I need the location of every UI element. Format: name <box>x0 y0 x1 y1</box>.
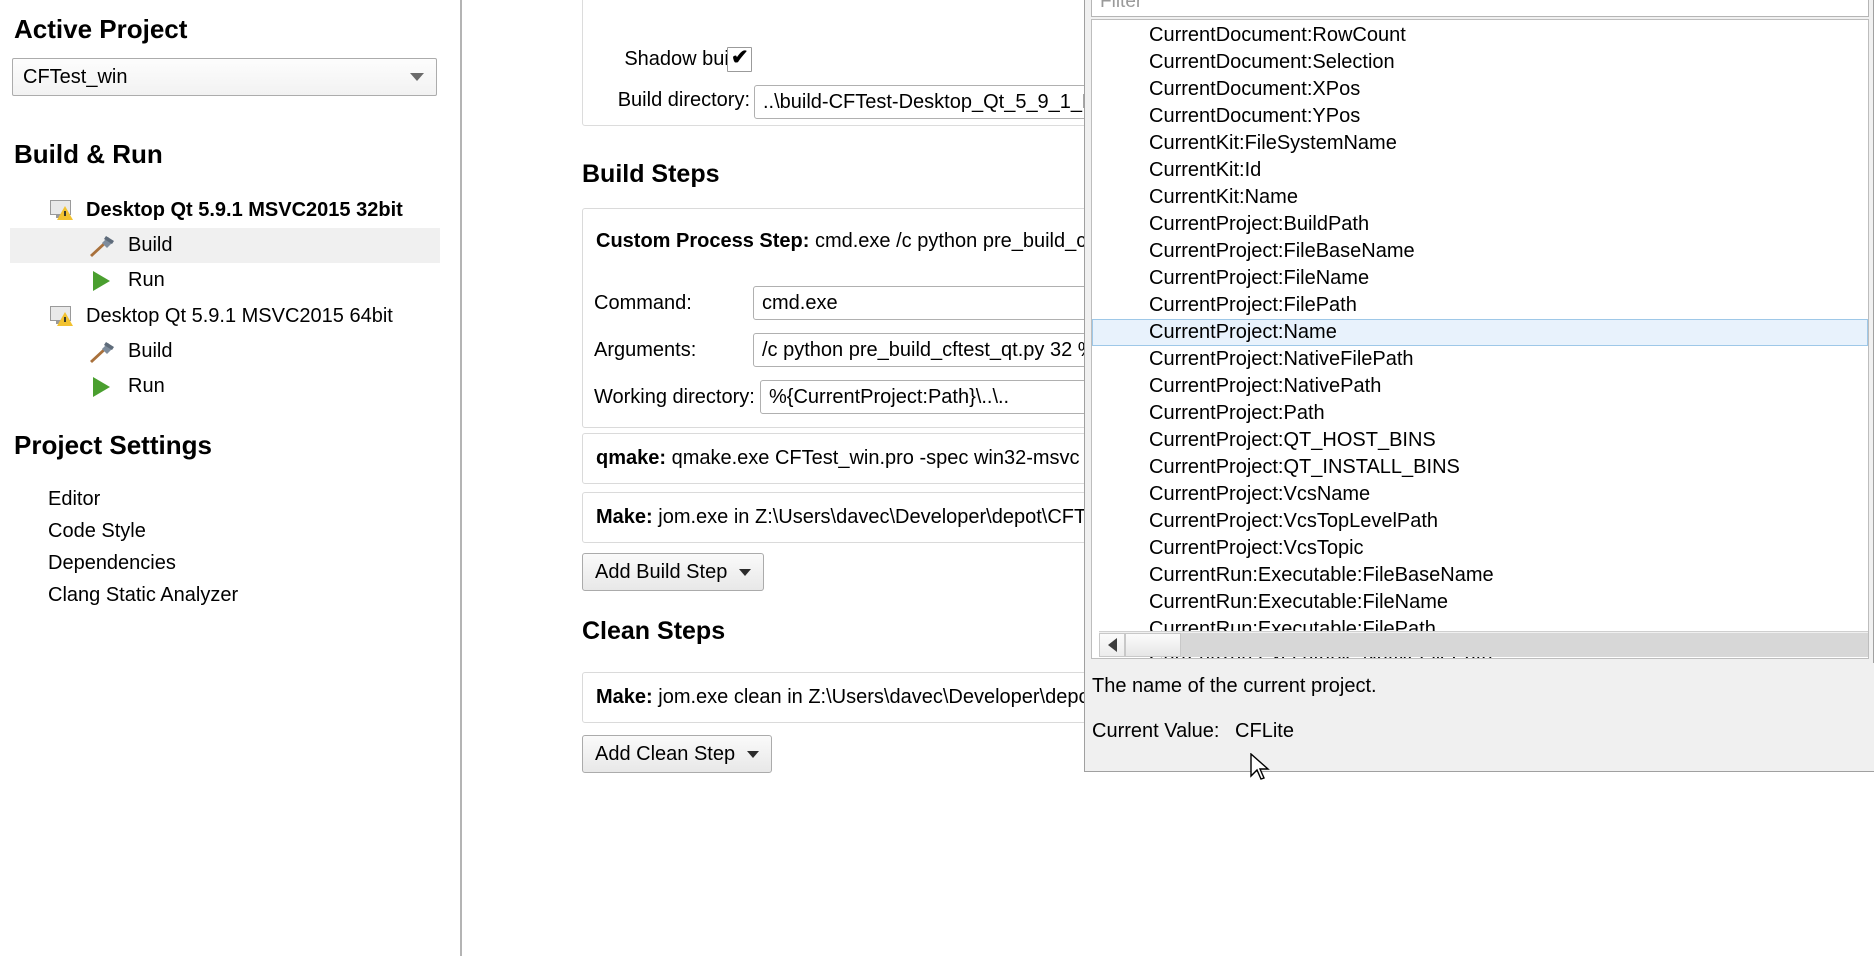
chevron-down-icon <box>747 750 760 758</box>
current-value-text: CFLite <box>1235 720 1294 742</box>
active-project-value: CFTest_win <box>23 65 128 88</box>
list-item[interactable]: CurrentProject:FileBaseName <box>1092 238 1868 265</box>
scrollbar-thumb[interactable] <box>1125 632 1181 657</box>
current-value-row: Current Value: CFLite <box>1092 720 1294 743</box>
checkmark-icon: ✔ <box>731 46 749 69</box>
list-item[interactable]: CurrentProject:FileName <box>1092 265 1868 292</box>
list-item[interactable]: CurrentKit:FileSystemName <box>1092 130 1868 157</box>
add-build-step-button[interactable]: Add Build Step <box>582 553 765 591</box>
variable-description-text: The name of the current project. <box>1092 675 1377 697</box>
command-label: Command: <box>594 292 692 314</box>
working-directory-input[interactable]: %{CurrentProject:Path}\..\.. <box>760 380 1084 414</box>
filter-input[interactable]: Filter <box>1091 0 1869 17</box>
play-icon <box>86 374 116 400</box>
sidebar-item-run-32bit[interactable]: Run <box>10 263 440 298</box>
qmake-step-rest: qmake.exe CFTest_win.pro -spec win32-msv… <box>671 447 1084 469</box>
kit-warning-icon <box>50 305 76 328</box>
variable-list-frame[interactable]: CurrentDocument:RowCount CurrentDocument… <box>1091 19 1869 659</box>
sidebar-item-dependencies[interactable]: Dependencies <box>48 552 176 575</box>
list-item[interactable]: CurrentDocument:RowCount <box>1092 22 1868 49</box>
variable-chooser-popup: Filter CurrentDocument:RowCount CurrentD… <box>1084 0 1874 772</box>
list-item[interactable]: CurrentProject:QT_HOST_BINS <box>1092 427 1868 454</box>
triangle-left-icon <box>1107 637 1117 652</box>
arguments-input[interactable]: /c python pre_build_cftest_qt.py 32 %{ <box>753 333 1084 367</box>
build-steps-title: Build Steps <box>582 160 720 188</box>
list-item[interactable]: CurrentRun:Executable:FileName <box>1092 589 1868 616</box>
qmake-step-summary[interactable]: qmake: qmake.exe CFTest_win.pro -spec wi… <box>596 447 1084 470</box>
list-item[interactable]: CurrentRun:Executable:FileBaseName <box>1092 562 1868 589</box>
hammer-icon <box>86 233 116 259</box>
custom-step-summary-rest: cmd.exe /c python pre_build_cftes <box>814 230 1084 252</box>
list-item[interactable]: CurrentProject:NativeFilePath <box>1092 346 1868 373</box>
current-value-label: Current Value: <box>1092 720 1220 742</box>
qmake-step-prefix: qmake: <box>596 447 667 469</box>
variable-description-area: The name of the current project. Current… <box>1086 663 1874 771</box>
project-sidebar: Active Project CFTest_win Build & Run De… <box>0 0 462 956</box>
command-input[interactable]: cmd.exe <box>753 286 1084 320</box>
sidebar-item-label: Run <box>128 375 165 397</box>
working-directory-label: Working directory: <box>594 386 755 408</box>
arguments-label: Arguments: <box>594 339 697 361</box>
sidebar-item-editor[interactable]: Editor <box>48 488 100 511</box>
make-step-summary[interactable]: Make: jom.exe in Z:\Users\davec\Develope… <box>596 506 1084 529</box>
list-item[interactable]: CurrentDocument:XPos <box>1092 76 1868 103</box>
list-item[interactable]: CurrentKit:Id <box>1092 157 1868 184</box>
clean-make-step-summary[interactable]: Make: jom.exe clean in Z:\Users\davec\De… <box>596 686 1084 709</box>
sidebar-item-clang-static-analyzer[interactable]: Clang Static Analyzer <box>48 584 238 607</box>
add-clean-step-button[interactable]: Add Clean Step <box>582 735 773 773</box>
list-item[interactable]: CurrentProject:QT_INSTALL_BINS <box>1092 454 1868 481</box>
list-item[interactable]: CurrentKit:Name <box>1092 184 1868 211</box>
list-item[interactable]: CurrentProject:NativePath <box>1092 373 1868 400</box>
list-item[interactable]: CurrentDocument:YPos <box>1092 103 1868 130</box>
scroll-left-button[interactable] <box>1099 632 1125 657</box>
add-clean-step-label: Add Clean Step <box>595 742 736 765</box>
list-item[interactable]: CurrentProject:BuildPath <box>1092 211 1868 238</box>
custom-step-summary[interactable]: Custom Process Step: cmd.exe /c python p… <box>596 230 1084 253</box>
play-icon <box>86 268 116 294</box>
active-project-combobox[interactable]: CFTest_win <box>12 58 437 96</box>
list-item[interactable]: CurrentProject:VcsTopLevelPath <box>1092 508 1868 535</box>
make-step-rest: jom.exe in Z:\Users\davec\Developer\depo… <box>658 506 1084 528</box>
active-project-heading: Active Project <box>14 14 188 44</box>
list-item-selected[interactable]: CurrentProject:Name <box>1092 319 1868 346</box>
sidebar-item-build-32bit[interactable]: Build <box>10 228 440 263</box>
sidebar-item-label: Run <box>128 269 165 291</box>
clean-steps-title: Clean Steps <box>582 617 726 645</box>
kit-warning-icon <box>50 199 76 222</box>
list-item[interactable]: CurrentProject:VcsTopic <box>1092 535 1868 562</box>
sidebar-item-code-style[interactable]: Code Style <box>48 520 146 543</box>
horizontal-scrollbar[interactable] <box>1099 631 1868 657</box>
hammer-icon <box>86 339 116 365</box>
scrollbar-track[interactable] <box>1181 632 1868 657</box>
sidebar-kit-desktop-32bit[interactable]: Desktop Qt 5.9.1 MSVC2015 32bit <box>10 193 440 228</box>
build-and-run-heading: Build & Run <box>14 139 163 169</box>
clean-make-step-prefix: Make: <box>596 686 653 708</box>
shadow-build-checkbox[interactable]: ✔ <box>727 46 752 72</box>
clean-make-step-rest: jom.exe clean in Z:\Users\davec\Develope… <box>658 686 1084 708</box>
custom-step-summary-prefix: Custom Process Step: <box>596 230 810 252</box>
qt-creator-build-settings-screen: Active Project CFTest_win Build & Run De… <box>0 0 1874 956</box>
kit-label: Desktop Qt 5.9.1 MSVC2015 64bit <box>86 305 393 327</box>
build-directory-input[interactable]: ..\build-CFTest-Desktop_Qt_5_9_1_MSVC2 <box>754 85 1084 119</box>
chevron-down-icon <box>739 568 752 576</box>
chevron-down-icon <box>410 73 424 81</box>
list-item[interactable]: CurrentProject:VcsName <box>1092 481 1868 508</box>
list-item[interactable]: CurrentProject:Path <box>1092 400 1868 427</box>
sidebar-item-label: Build <box>128 234 173 256</box>
list-item[interactable]: CurrentDocument:Selection <box>1092 49 1868 76</box>
sidebar-item-run-64bit[interactable]: Run <box>10 369 440 404</box>
kit-label: Desktop Qt 5.9.1 MSVC2015 32bit <box>86 199 403 221</box>
add-build-step-label: Add Build Step <box>595 560 728 583</box>
sidebar-kit-desktop-64bit[interactable]: Desktop Qt 5.9.1 MSVC2015 64bit <box>10 299 440 334</box>
build-settings-panel: Shadow build: ✔ Build directory: ..\buil… <box>464 0 1084 956</box>
sidebar-item-build-64bit[interactable]: Build <box>10 334 440 369</box>
make-step-prefix: Make: <box>596 506 653 528</box>
list-item[interactable]: CurrentProject:FilePath <box>1092 292 1868 319</box>
sidebar-item-label: Build <box>128 340 173 362</box>
build-directory-label: Build directory: <box>617 89 750 111</box>
project-settings-heading: Project Settings <box>14 430 212 460</box>
variable-list: CurrentDocument:RowCount CurrentDocument… <box>1092 22 1868 658</box>
mouse-cursor <box>1250 752 1272 785</box>
